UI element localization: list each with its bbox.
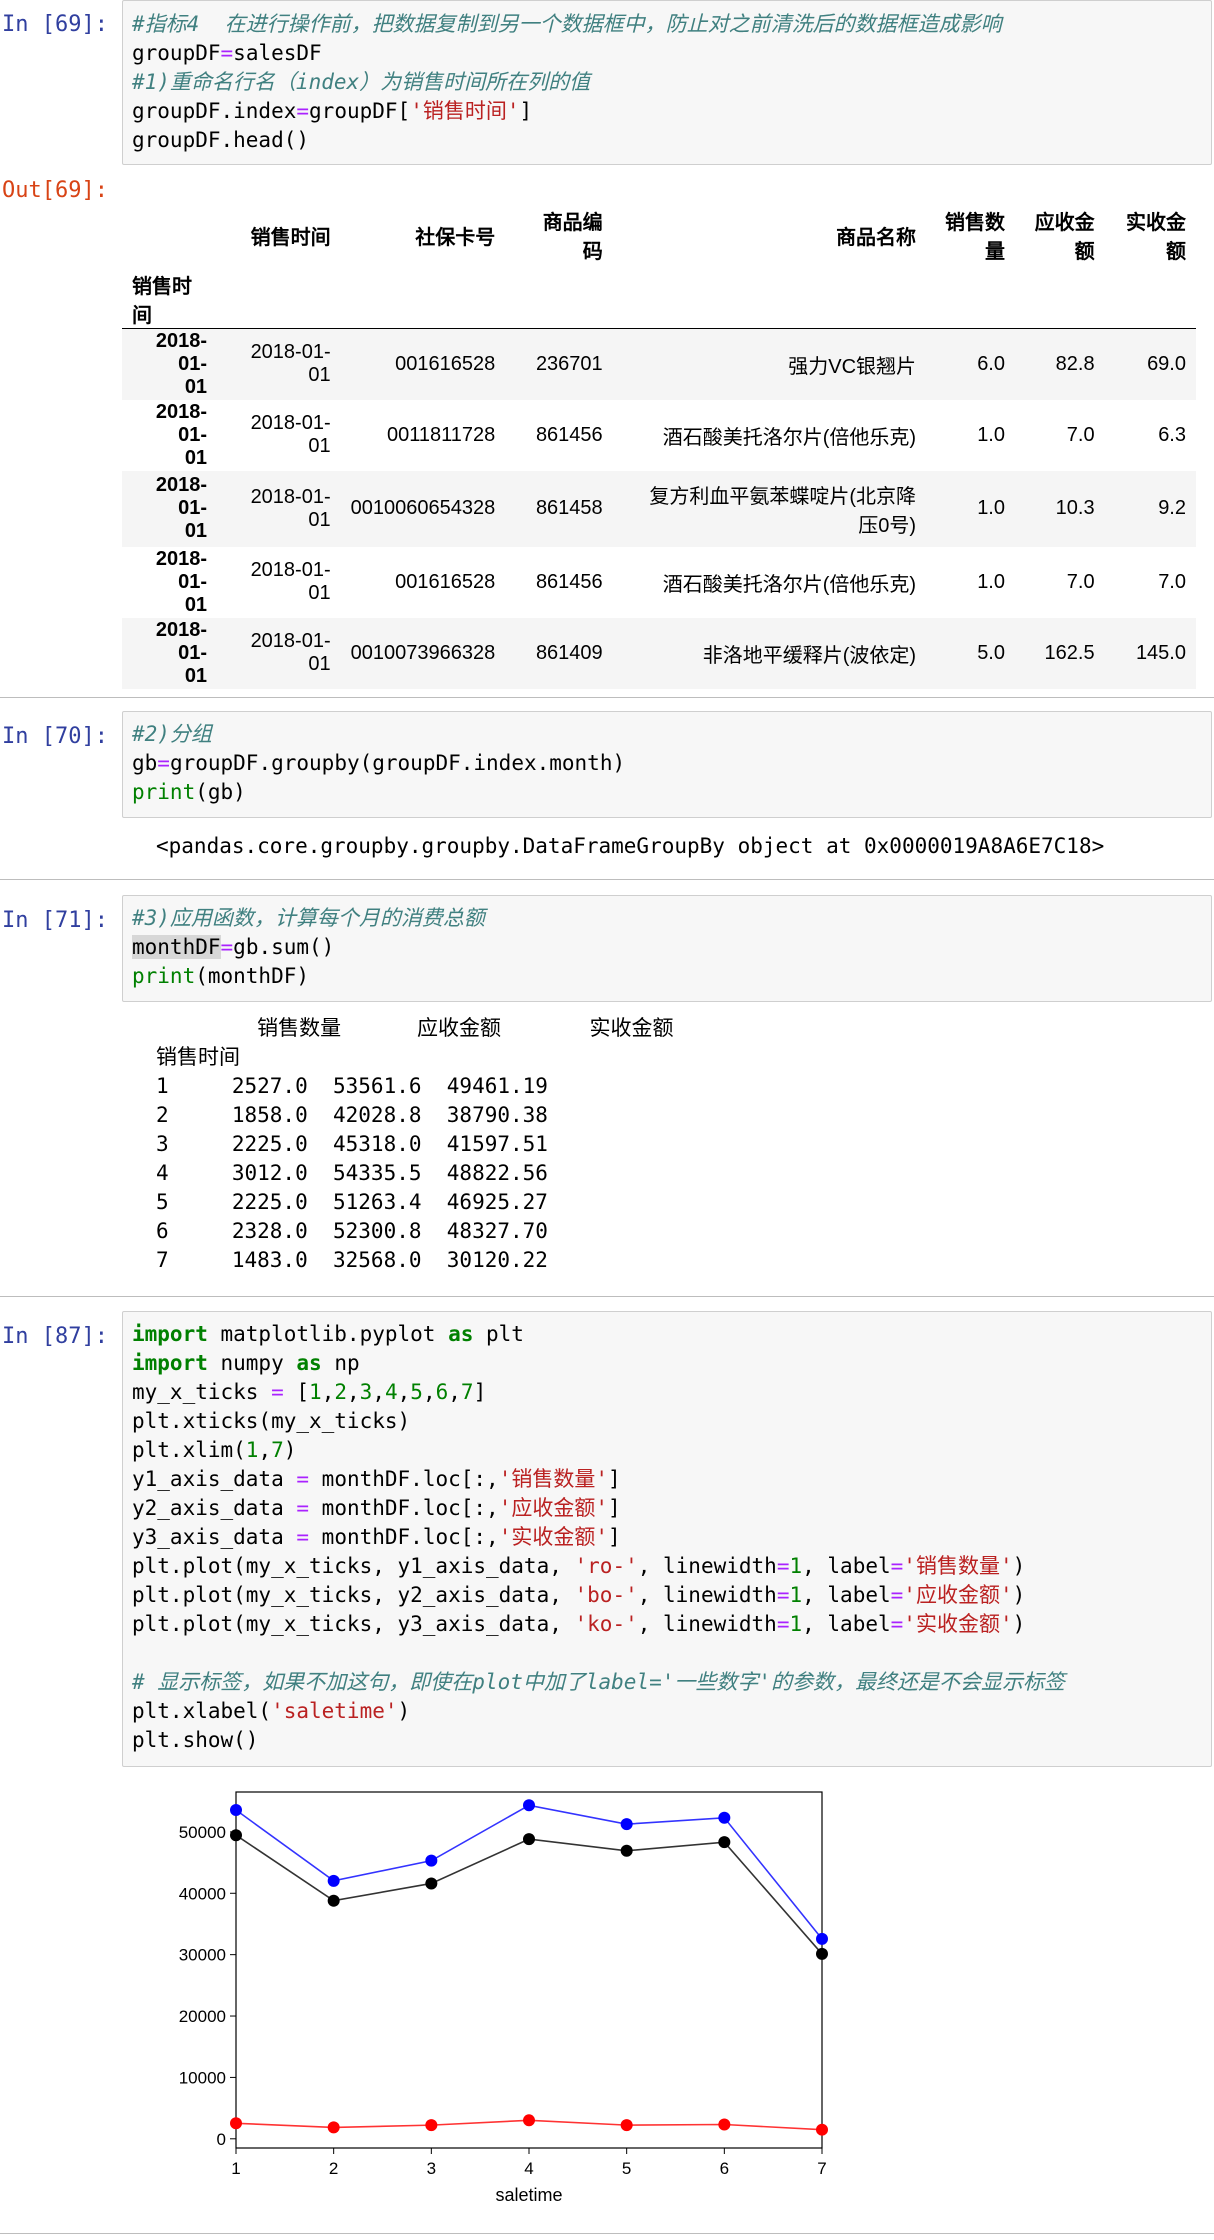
data-point — [230, 2117, 242, 2130]
y-tick-label: 40000 — [179, 1884, 226, 1903]
x-tick-label: 6 — [720, 2159, 729, 2178]
data-point — [425, 1854, 438, 1867]
x-tick-label: 7 — [817, 2159, 826, 2178]
data-point — [523, 2114, 535, 2127]
y-tick-label: 50000 — [179, 1823, 226, 1842]
y-tick-label: 10000 — [179, 2068, 226, 2087]
data-point — [523, 1799, 535, 1812]
data-point — [816, 2123, 828, 2136]
data-point — [327, 1894, 340, 1907]
data-point — [718, 1811, 731, 1824]
x-tick-label: 4 — [524, 2159, 533, 2178]
data-point — [620, 2119, 633, 2132]
data-point — [816, 1932, 828, 1945]
data-point — [230, 1829, 242, 1842]
data-point — [620, 1844, 633, 1857]
x-tick-label: 1 — [231, 2159, 240, 2178]
x-tick-label: 3 — [427, 2159, 436, 2178]
x-tick-label: 5 — [622, 2159, 631, 2178]
data-point — [327, 1874, 340, 1887]
cell-divider — [0, 2233, 1214, 2234]
data-point — [327, 2121, 340, 2134]
data-point — [230, 1804, 242, 1817]
y-tick-label: 0 — [217, 2130, 226, 2149]
data-point — [620, 1818, 633, 1831]
plot-area — [235, 1791, 823, 2149]
data-point — [425, 1877, 438, 1890]
data-point — [523, 1833, 535, 1846]
data-point — [718, 1836, 731, 1849]
y-tick-label: 30000 — [179, 1946, 226, 1965]
data-point — [425, 2119, 438, 2132]
data-point — [718, 2118, 731, 2131]
x-tick-label: 2 — [329, 2159, 338, 2178]
data-point — [816, 1947, 828, 1960]
y-tick-label: 20000 — [179, 2007, 226, 2026]
line-chart: 0 10000 20000 30000 40000 50000 1 2 3 4 5 6 7 saletim… — [179, 1791, 828, 2205]
x-axis-label: saletime — [495, 2185, 562, 2205]
